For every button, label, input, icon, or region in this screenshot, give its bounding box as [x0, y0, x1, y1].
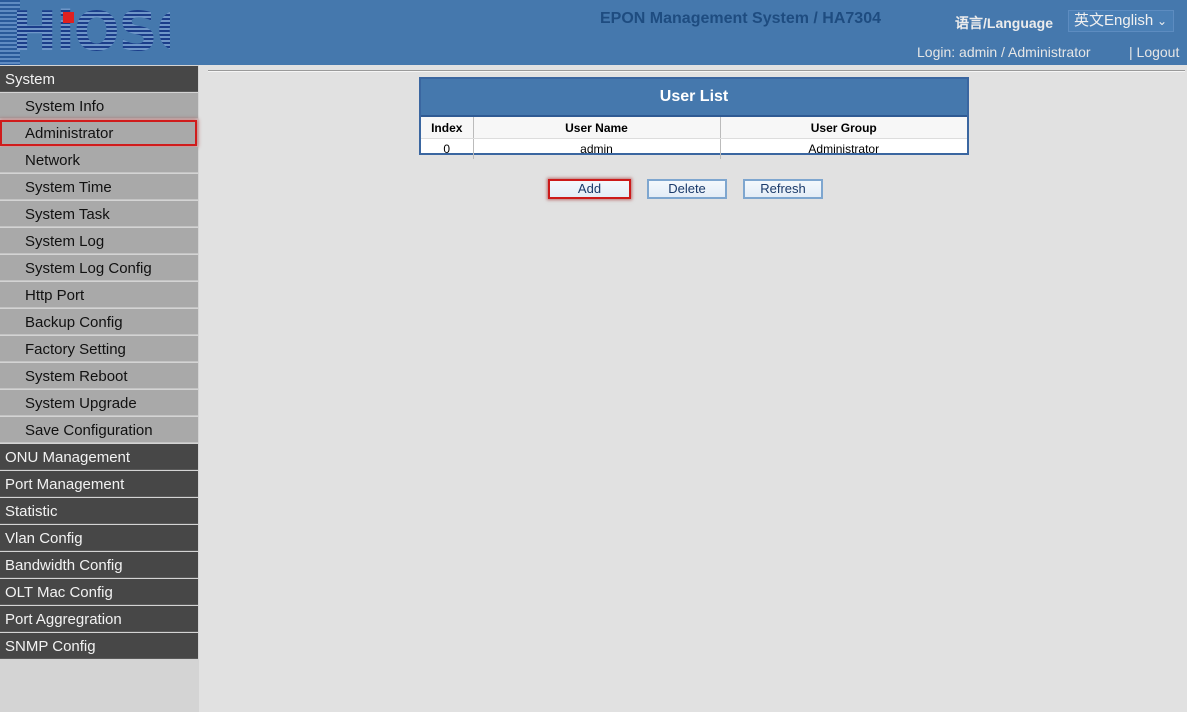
sidebar-item-network[interactable]: Network — [0, 147, 198, 173]
user-list-table: Index User Name User Group 0 admin Admin… — [421, 117, 967, 159]
column-header-user-name: User Name — [473, 117, 721, 139]
login-info: Login: admin / Administrator — [917, 44, 1091, 60]
content-divider — [208, 70, 1185, 72]
sidebar-item-system-log[interactable]: System Log — [0, 228, 198, 254]
sidebar-item-system[interactable]: System — [0, 66, 198, 92]
sidebar-item-port-management[interactable]: Port Management — [0, 471, 198, 497]
sidebar-item-system-time[interactable]: System Time — [0, 174, 198, 200]
sidebar-item-port-aggregration[interactable]: Port Aggregration — [0, 606, 198, 632]
refresh-button[interactable]: Refresh — [743, 179, 823, 199]
sidebar-item-system-reboot[interactable]: System Reboot — [0, 363, 198, 389]
sidebar-item-http-port[interactable]: Http Port — [0, 282, 198, 308]
language-select[interactable]: 英文English ⌄ — [1068, 10, 1174, 32]
sidebar-item-system-task[interactable]: System Task — [0, 201, 198, 227]
cell-index: 0 — [421, 138, 474, 159]
chevron-down-icon: ⌄ — [1156, 14, 1167, 28]
header-bar: HiOSO EPON Management System / HA7304 语言… — [0, 0, 1187, 65]
sidebar-item-save-configuration[interactable]: Save Configuration — [0, 417, 198, 443]
sidebar-item-administrator[interactable]: Administrator — [0, 120, 197, 146]
language-selected-value: 英文English — [1074, 12, 1154, 29]
cell-user-group: Administrator — [808, 142, 880, 156]
sidebar-menu: System System Info Administrator Network… — [0, 65, 199, 712]
delete-button[interactable]: Delete — [647, 179, 727, 199]
language-label: 语言/Language — [955, 15, 1054, 31]
logout-link[interactable]: | Logout — [1129, 44, 1179, 60]
sidebar-item-backup-config[interactable]: Backup Config — [0, 309, 198, 335]
sidebar-item-system-info[interactable]: System Info — [0, 93, 198, 119]
sidebar-item-factory-setting[interactable]: Factory Setting — [0, 336, 198, 362]
sidebar-item-onu-management[interactable]: ONU Management — [0, 444, 198, 470]
cell-user-name: admin — [473, 138, 721, 159]
sidebar-item-snmp-config[interactable]: SNMP Config — [0, 633, 198, 659]
user-list-panel: User List Index User Name User Group 0 a… — [419, 77, 969, 159]
table-row[interactable]: 0 admin Administrator — [421, 138, 967, 159]
sidebar-item-vlan-config[interactable]: Vlan Config — [0, 525, 198, 551]
sidebar-item-system-log-config[interactable]: System Log Config — [0, 255, 198, 281]
user-list-title: User List — [421, 79, 967, 117]
table-header-row: Index User Name User Group — [421, 117, 967, 139]
column-header-index: Index — [421, 117, 474, 139]
sidebar-item-system-upgrade[interactable]: System Upgrade — [0, 390, 198, 416]
column-header-user-group: User Group — [720, 117, 967, 139]
system-title: EPON Management System / HA7304 — [600, 10, 881, 27]
sidebar-item-bandwidth-config[interactable]: Bandwidth Config — [0, 552, 198, 578]
sidebar-item-olt-mac-config[interactable]: OLT Mac Config — [0, 579, 198, 605]
sidebar-item-statistic[interactable]: Statistic — [0, 498, 198, 524]
hioso-logo: HiOSO — [0, 0, 170, 65]
add-button[interactable]: Add — [548, 179, 631, 199]
